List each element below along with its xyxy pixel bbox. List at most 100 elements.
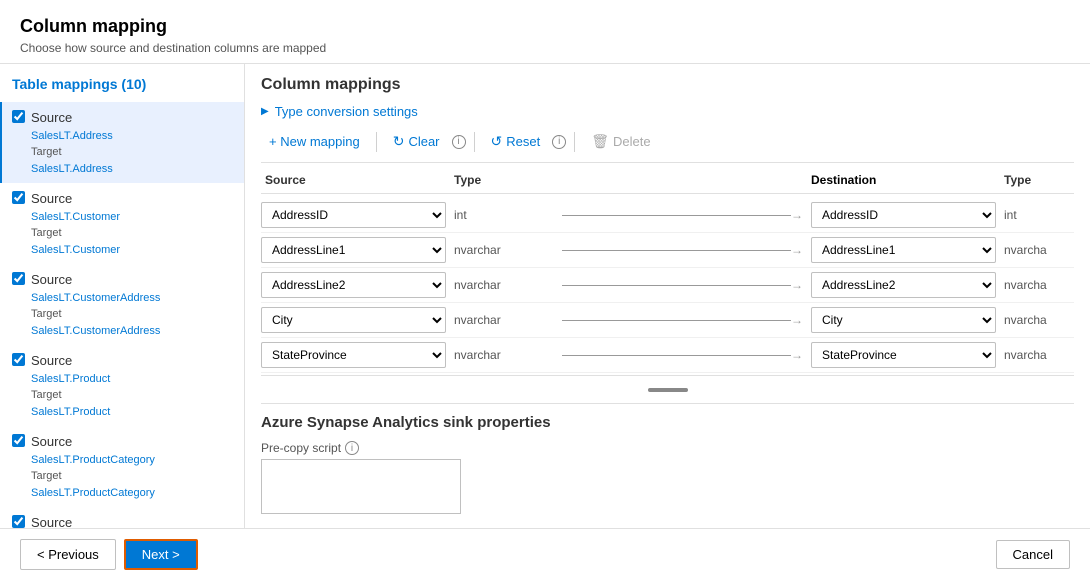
source-sub-2: SalesLT.Customer (31, 209, 120, 226)
arrow-head-1: → (791, 208, 803, 222)
delete-label: Delete (613, 134, 651, 149)
dest-select-container-5: StateProvince (811, 342, 996, 368)
source-select-3[interactable]: AddressLine2 (261, 272, 446, 298)
reset-info-icon[interactable]: i (552, 135, 566, 149)
table-mapping-item-4[interactable]: Source SalesLT.Product Target SalesLT.Pr… (0, 345, 244, 426)
main-container: Column mapping Choose how source and des… (0, 0, 1090, 580)
line-left-2 (562, 250, 791, 251)
arrow-head-3: → (791, 278, 803, 292)
delete-button[interactable]: 🗑 Delete (583, 129, 658, 154)
source-type-5: nvarchar (454, 348, 554, 362)
mapping-info-6: Source (31, 513, 72, 528)
pre-copy-script-text: Pre-copy script (261, 441, 341, 455)
dest-select-container-2: AddressLine1 (811, 237, 996, 263)
table-mapping-item-3[interactable]: Source SalesLT.CustomerAddress Target Sa… (0, 264, 244, 345)
source-select-container-4: City (261, 307, 446, 333)
toolbar-separator-1 (376, 132, 377, 152)
line-left-4 (562, 320, 791, 321)
source-select-2[interactable]: AddressLine1 (261, 237, 446, 263)
dest-select-1[interactable]: AddressID (811, 202, 996, 228)
mapping-checkbox-4[interactable] (12, 353, 25, 366)
target-sub-5: SalesLT.ProductCategory (31, 485, 155, 502)
table-mapping-item-2[interactable]: Source SalesLT.Customer Target SalesLT.C… (0, 183, 244, 264)
pre-copy-info-icon[interactable]: i (345, 441, 359, 455)
right-panel: Column mappings ▶ Type conversion settin… (245, 64, 1090, 528)
arrow-line-3: → (562, 278, 803, 292)
new-mapping-button[interactable]: + New mapping (261, 130, 368, 153)
reset-button[interactable]: ↺ Reset (483, 129, 549, 154)
target-label-5: Target (31, 468, 155, 485)
delete-icon: 🗑 (591, 133, 609, 150)
clear-label: Clear (408, 134, 439, 149)
target-label-1: Target (31, 144, 113, 161)
dest-select-container-1: AddressID (811, 202, 996, 228)
dest-select-3[interactable]: AddressLine2 (811, 272, 996, 298)
target-label-4: Target (31, 387, 110, 404)
dest-type-4: nvarcha (1004, 313, 1074, 327)
clear-button[interactable]: ↻ Clear (385, 129, 448, 154)
target-sub-4: SalesLT.Product (31, 404, 110, 421)
mapping-row-5: StateProvince nvarchar → StateProvince n… (261, 338, 1074, 373)
mapping-checkbox-5[interactable] (12, 434, 25, 447)
source-label-5: Source (31, 432, 155, 452)
reset-icon: ↺ (491, 133, 503, 150)
dest-select-4[interactable]: City (811, 307, 996, 333)
mapping-checkbox-3[interactable] (12, 272, 25, 285)
target-label-2: Target (31, 225, 120, 242)
source-type-2: nvarchar (454, 243, 554, 257)
horizontal-scrollbar-thumb[interactable] (648, 388, 688, 392)
refresh-icon: ↻ (393, 133, 405, 150)
clear-info-icon[interactable]: i (452, 135, 466, 149)
cancel-button[interactable]: Cancel (996, 540, 1070, 569)
source-type-4: nvarchar (454, 313, 554, 327)
table-mapping-item-1[interactable]: Source SalesLT.Address Target SalesLT.Ad… (0, 102, 244, 183)
arrow-head-4: → (791, 313, 803, 327)
mapping-checkbox-2[interactable] (12, 191, 25, 204)
mapping-info-4: Source SalesLT.Product Target SalesLT.Pr… (31, 351, 110, 420)
source-select-5[interactable]: StateProvince (261, 342, 446, 368)
content-area: Table mappings (10) Source SalesLT.Addre… (0, 64, 1090, 528)
source-select-1[interactable]: AddressID (261, 202, 446, 228)
table-mapping-item-6[interactable]: Source (0, 507, 244, 528)
dest-type-5: nvarcha (1004, 348, 1074, 362)
mapping-info-3: Source SalesLT.CustomerAddress Target Sa… (31, 270, 160, 339)
column-mappings-scroll[interactable]: Source Type Destination Type AddressID i… (261, 173, 1074, 516)
source-sub-5: SalesLT.ProductCategory (31, 452, 155, 469)
source-label-2: Source (31, 189, 120, 209)
source-label-6: Source (31, 513, 72, 528)
mapping-row-3: AddressLine2 nvarchar → AddressLine2 nva… (261, 268, 1074, 303)
previous-button[interactable]: < Previous (20, 539, 116, 570)
mapping-row-2: AddressLine1 nvarchar → AddressLine1 nva… (261, 233, 1074, 268)
arrow-line-5: → (562, 348, 803, 362)
next-button[interactable]: Next > (124, 539, 198, 570)
dest-select-2[interactable]: AddressLine1 (811, 237, 996, 263)
mapping-checkbox-6[interactable] (12, 515, 25, 528)
mapping-info-1: Source SalesLT.Address Target SalesLT.Ad… (31, 108, 113, 177)
pre-copy-script-label: Pre-copy script i (261, 441, 1074, 455)
type-col-header: Type (454, 173, 554, 187)
dest-col-header: Destination (811, 173, 996, 187)
dest-type-3: nvarcha (1004, 278, 1074, 292)
mapping-checkbox-1[interactable] (12, 110, 25, 123)
pre-copy-script-input[interactable] (261, 459, 461, 514)
toolbar-separator-2 (474, 132, 475, 152)
target-label-3: Target (31, 306, 160, 323)
type-conversion-toggle[interactable]: ▶ Type conversion settings (261, 104, 1074, 119)
arrow-line-4: → (562, 313, 803, 327)
target-sub-3: SalesLT.CustomerAddress (31, 323, 160, 340)
arrow-head-5: → (791, 348, 803, 362)
dest-select-5[interactable]: StateProvince (811, 342, 996, 368)
table-mappings-title: Table mappings (10) (0, 76, 244, 102)
table-mapping-item-5[interactable]: Source SalesLT.ProductCategory Target Sa… (0, 426, 244, 507)
dest-type-1: int (1004, 208, 1074, 222)
source-label-4: Source (31, 351, 110, 371)
line-left-3 (562, 285, 791, 286)
source-select-4[interactable]: City (261, 307, 446, 333)
left-panel: Table mappings (10) Source SalesLT.Addre… (0, 64, 245, 528)
reset-label: Reset (506, 134, 540, 149)
footer: < Previous Next > Cancel (0, 528, 1090, 580)
mapping-info-2: Source SalesLT.Customer Target SalesLT.C… (31, 189, 120, 258)
dest-select-container-4: City (811, 307, 996, 333)
mapping-info-5: Source SalesLT.ProductCategory Target Sa… (31, 432, 155, 501)
arrow-line-2: → (562, 243, 803, 257)
